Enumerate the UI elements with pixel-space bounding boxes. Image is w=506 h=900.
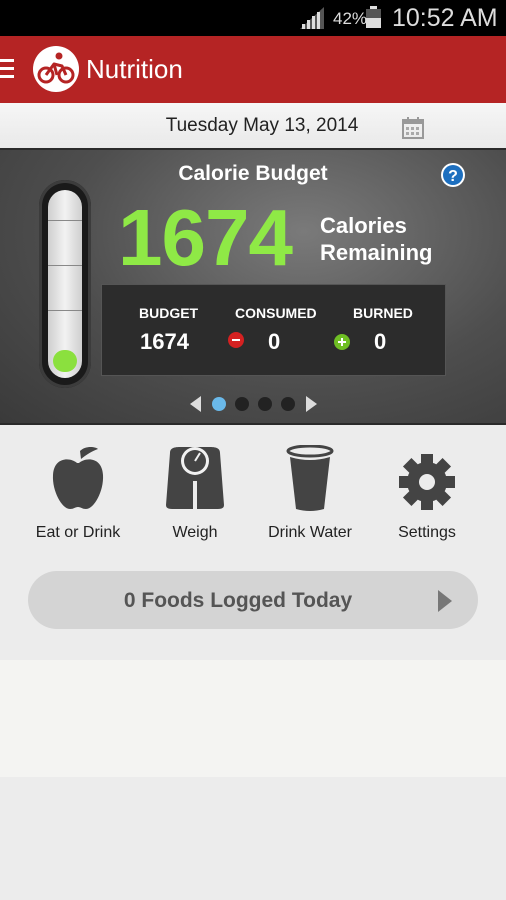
calorie-budget-panel[interactable]: Calorie Budget ? 1674 Calories Remaining… xyxy=(0,148,506,425)
remaining-label-line1: Calories xyxy=(320,213,407,238)
action-settings[interactable]: Settings xyxy=(372,425,482,555)
quick-actions: Eat or Drink Weigh Drink Water Settings xyxy=(0,425,506,561)
action-label: Settings xyxy=(398,524,456,541)
consumed-label: CONSUMED xyxy=(235,305,317,321)
calories-remaining-label: Calories Remaining xyxy=(320,212,432,266)
cyclist-logo-icon[interactable] xyxy=(33,46,79,92)
svg-text:?: ? xyxy=(448,168,458,185)
current-date: Tuesday May 13, 2014 xyxy=(165,115,359,136)
clock-time: 10:52 AM xyxy=(392,4,498,32)
pager-dot[interactable] xyxy=(281,397,295,411)
budget-value: 1674 xyxy=(140,329,189,354)
content-area-bottom xyxy=(0,777,506,900)
action-drink-water[interactable]: Drink Water xyxy=(255,425,365,555)
action-label: Eat or Drink xyxy=(35,524,121,541)
battery-percent: 42% xyxy=(333,9,368,28)
signal-bars-icon xyxy=(300,7,324,29)
plus-circle-icon xyxy=(334,334,350,350)
remaining-label-line2: Remaining xyxy=(320,240,433,265)
calorie-stats-box: BUDGET 1674 CONSUMED 0 BURNED 0 xyxy=(101,284,446,376)
calorie-thermometer xyxy=(39,180,91,388)
action-label: Drink Water xyxy=(268,524,352,541)
hamburger-menu-icon[interactable] xyxy=(0,59,14,79)
app-title: Nutrition xyxy=(86,54,183,84)
action-weigh[interactable]: Weigh xyxy=(140,425,250,555)
app-bar: Nutrition xyxy=(0,36,506,103)
battery-icon xyxy=(366,6,381,28)
help-question-icon[interactable]: ? xyxy=(440,162,466,188)
content-area xyxy=(0,660,506,777)
action-eat-or-drink[interactable]: Eat or Drink xyxy=(23,425,133,555)
apple-icon xyxy=(52,447,104,509)
water-glass-icon xyxy=(286,445,334,511)
pager-right-arrow-icon[interactable] xyxy=(306,396,317,412)
calories-remaining-value: 1674 xyxy=(118,193,293,282)
foods-logged-button[interactable]: 0 Foods Logged Today xyxy=(28,571,478,629)
scale-icon xyxy=(166,447,224,509)
date-row: Tuesday May 13, 2014 xyxy=(0,103,506,148)
status-bar: 42% 10:52 AM xyxy=(0,0,506,36)
minus-circle-icon xyxy=(228,332,244,348)
chevron-right-icon xyxy=(438,590,452,612)
foods-logged-text: 0 Foods Logged Today xyxy=(123,589,353,612)
burned-label: BURNED xyxy=(353,305,413,321)
action-label: Weigh xyxy=(172,524,218,541)
panel-pager xyxy=(0,394,506,414)
pager-left-arrow-icon[interactable] xyxy=(190,396,201,412)
budget-label: BUDGET xyxy=(139,305,199,321)
pager-dot[interactable] xyxy=(258,397,272,411)
calendar-icon[interactable] xyxy=(402,117,424,139)
pager-dot[interactable] xyxy=(212,397,226,411)
pager-dot[interactable] xyxy=(235,397,249,411)
burned-value: 0 xyxy=(374,329,387,354)
thermometer-fill xyxy=(53,350,77,372)
gear-icon xyxy=(399,454,455,510)
consumed-value: 0 xyxy=(268,329,281,354)
